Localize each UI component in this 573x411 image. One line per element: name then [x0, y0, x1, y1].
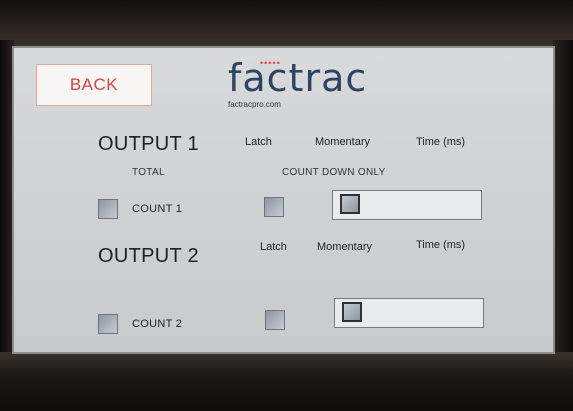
device-bezel-top	[0, 0, 573, 48]
output2-latch-checkbox[interactable]	[265, 310, 285, 330]
output1-momentary-header: Momentary	[315, 136, 371, 148]
count-down-only-label: COUNT DOWN ONLY	[282, 167, 386, 178]
count1-checkbox[interactable]	[98, 199, 118, 219]
device-bezel-right	[553, 40, 573, 360]
back-button[interactable]: BACK	[36, 64, 152, 106]
logo-url: factracpro.com	[228, 100, 281, 109]
count2-checkbox[interactable]	[98, 314, 118, 334]
output2-latch-header: Latch	[260, 241, 287, 253]
count1-label: COUNT 1	[132, 203, 183, 215]
device-bezel-bottom	[0, 352, 573, 411]
factrac-logo: factrac	[228, 56, 368, 100]
output2-time-header: Time (ms)	[416, 239, 466, 251]
output1-latch-header: Latch	[245, 136, 272, 148]
output2-momentary-header: Momentary	[317, 241, 373, 253]
touch-screen: BACK ••••• factrac factracpro.com OUTPUT…	[12, 46, 555, 354]
output1-time-header: Time (ms)	[416, 136, 466, 148]
output2-time-handle[interactable]	[342, 302, 362, 322]
output1-time-input[interactable]	[332, 190, 482, 220]
output1-latch-checkbox[interactable]	[264, 197, 284, 217]
total-label: TOTAL	[132, 167, 165, 178]
output1-time-handle[interactable]	[340, 194, 360, 214]
output2-time-input[interactable]	[334, 298, 484, 328]
count2-label: COUNT 2	[132, 318, 183, 330]
output2-title: OUTPUT 2	[98, 245, 199, 267]
output1-title: OUTPUT 1	[98, 133, 199, 155]
